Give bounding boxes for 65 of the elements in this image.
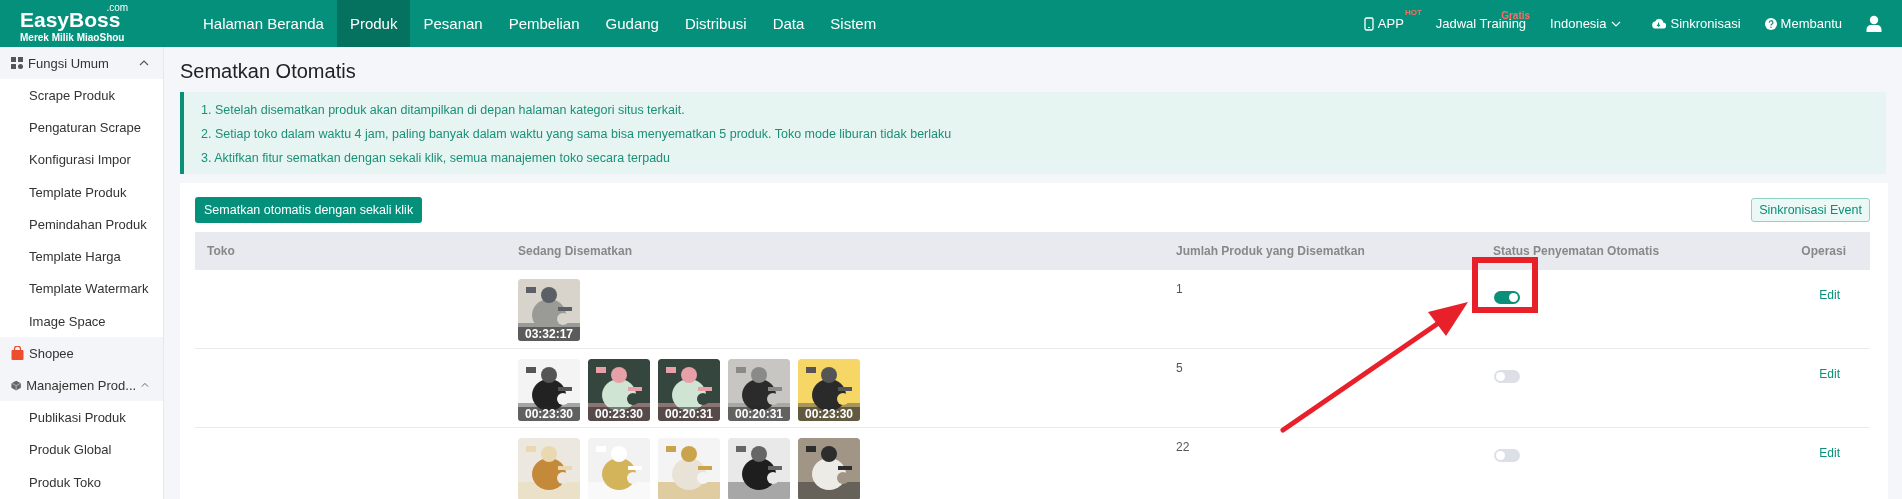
sidebar-group[interactable]: Manajemen Prod...: [0, 369, 163, 402]
nav-tab[interactable]: Halaman Beranda: [190, 0, 337, 47]
duration-label: 00:23:30: [518, 407, 580, 421]
nav-tab[interactable]: Data: [759, 0, 818, 47]
notice-text: 3. Aktifkan fitur sematkan dengan sekali klik, semua manajemen toko secara terpadu: [201, 150, 671, 167]
nav-tab[interactable]: Distribusi: [671, 0, 760, 47]
logo-subtitle: Merek Milik MiaoShou: [20, 32, 126, 43]
column-header: Operasi: [1800, 244, 1847, 258]
nav-tab[interactable]: Produk: [336, 0, 411, 47]
sidebar-item[interactable]: Pemindahan Produk: [0, 208, 163, 241]
auto-pin-toggle[interactable]: [1494, 291, 1520, 304]
help-link[interactable]: Membantu: [1780, 16, 1842, 31]
duration-label: 00:20:31: [658, 407, 720, 421]
edit-link[interactable]: Edit: [1819, 446, 1840, 460]
sidebar-item[interactable]: Produk Toko: [0, 465, 163, 499]
column-header: Toko: [206, 244, 236, 258]
duration-label: 03:32:17: [518, 327, 580, 341]
sidebar-item[interactable]: Template Harga: [0, 240, 163, 273]
free-label: Gratis: [1501, 10, 1531, 21]
nav-tab[interactable]: Gudang: [592, 0, 672, 47]
sidebar-item[interactable]: Template Watermark: [0, 272, 163, 306]
cloud-icon: [1651, 18, 1667, 29]
duration-label: 00:20:31: [728, 407, 790, 421]
highlight-box: [1472, 257, 1538, 313]
sidebar-group[interactable]: Fungsi Umum: [0, 47, 163, 79]
sidebar-item[interactable]: Scrape Produk: [0, 79, 163, 112]
app-link[interactable]: APP: [1377, 16, 1404, 31]
edit-link[interactable]: Edit: [1819, 288, 1840, 302]
sidebar-item[interactable]: Template Produk: [0, 175, 163, 209]
shopping-bag-icon: [11, 346, 24, 361]
user-icon[interactable]: [1866, 15, 1882, 32]
sync-event-button[interactable]: Sinkronisasi Event: [1751, 198, 1870, 222]
nav-tab[interactable]: Pembelian: [495, 0, 593, 47]
sidebar-item[interactable]: Produk Global: [0, 433, 163, 466]
pinned-count: 5: [1176, 361, 1183, 375]
pinned-count: 1: [1176, 282, 1183, 296]
auto-pin-toggle[interactable]: [1494, 449, 1520, 462]
logo-domain: .com: [106, 3, 129, 13]
column-header: Status Penyematan Otomatis: [1492, 244, 1661, 258]
grid-icon: [11, 57, 23, 69]
notice-text: 2. Setiap toko dalam waktu 4 jam, paling banyak dalam waktu yang sama bisa menyematkan 5 produk. Toko mode liburan tidak berlaku: [201, 126, 953, 143]
column-header: Jumlah Produk yang Disematkan: [1175, 244, 1366, 258]
page-title: Sematkan Otomatis: [180, 60, 357, 83]
sidebar-item[interactable]: Pengaturan Scrape: [0, 111, 163, 144]
sidebar-item[interactable]: Publikasi Produk: [0, 401, 163, 434]
nav-tab[interactable]: Pesanan: [410, 0, 496, 47]
column-header: Sedang Disematkan: [517, 244, 634, 258]
phone-icon: [1363, 16, 1374, 31]
sync-link[interactable]: Sinkronisasi: [1670, 16, 1741, 31]
notice-text: 1. Setelah disematkan produk akan ditampilkan di depan halaman kategori situs terkait.: [201, 102, 686, 119]
pinned-count: 22: [1176, 440, 1190, 454]
chevron-down-icon: [1611, 20, 1622, 27]
auto-pin-button[interactable]: Sematkan otomatis dengan sekali klik: [195, 197, 423, 223]
edit-link[interactable]: Edit: [1819, 367, 1840, 381]
duration-label: 00:23:30: [588, 407, 650, 421]
hot-label: HOT: [1404, 8, 1422, 17]
auto-pin-toggle[interactable]: [1494, 370, 1520, 383]
sidebar-item[interactable]: Konfigurasi Impor: [0, 143, 163, 176]
cube-icon: [11, 378, 22, 392]
help-icon: [1764, 17, 1777, 30]
sidebar-item[interactable]: Image Space: [0, 305, 163, 338]
duration-label: 00:23:30: [798, 407, 860, 421]
nav-tab[interactable]: Sistem: [817, 0, 890, 47]
sidebar-group[interactable]: Shopee: [0, 337, 163, 370]
language-dropdown[interactable]: Indonesia: [1550, 16, 1622, 31]
